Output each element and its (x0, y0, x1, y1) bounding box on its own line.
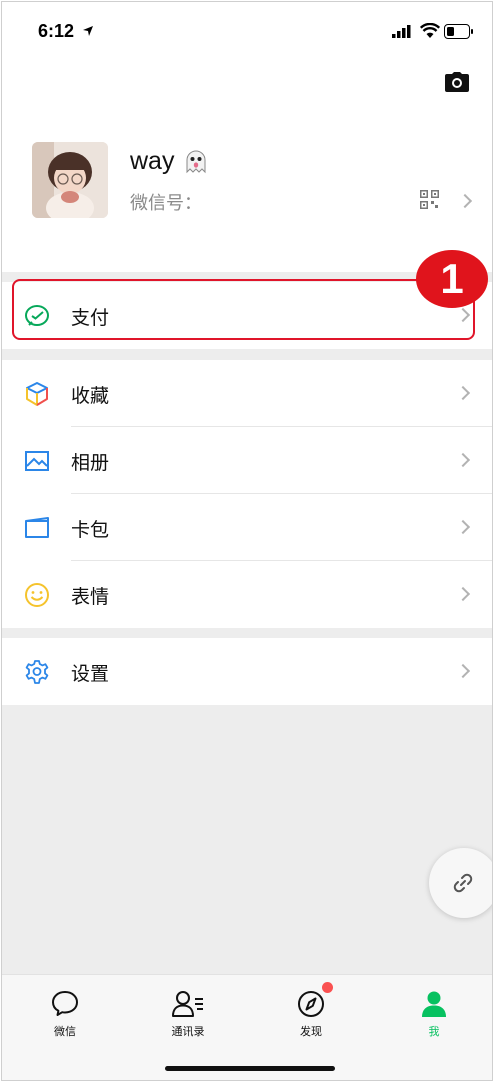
chevron-right-icon (455, 663, 471, 679)
tab-label-chats: 微信 (54, 1025, 76, 1038)
menu-item-favorites[interactable]: 收藏 (2, 360, 492, 427)
link-icon (453, 873, 473, 893)
menu-label-stickers: 表情 (71, 586, 110, 608)
chevron-right-icon (455, 586, 471, 602)
compass-icon (298, 991, 324, 1017)
step-number-badge: 1 (416, 250, 488, 308)
tab-contacts[interactable]: 通讯录 (143, 989, 233, 1039)
menu-label-cards: 卡包 (71, 519, 110, 541)
menu-label-settings: 设置 (71, 663, 110, 685)
avatar-photo (32, 142, 108, 218)
chevron-right-icon (455, 385, 471, 401)
tab-chats[interactable]: 微信 (20, 989, 110, 1039)
chat-icon (52, 991, 78, 1016)
cards-wallet-icon (25, 517, 49, 538)
discover-notification-dot (322, 982, 333, 993)
menu-item-settings[interactable]: 设置 (2, 638, 492, 705)
wifi-icon (420, 23, 440, 38)
contacts-icon (172, 991, 203, 1017)
menu-label-album: 相册 (71, 452, 110, 474)
favorites-cube-icon (26, 382, 48, 406)
chevron-right-icon (455, 519, 471, 535)
profile-header[interactable]: way 微信号： (2, 62, 492, 272)
smiley-icon (25, 583, 49, 607)
home-indicator (165, 1066, 335, 1071)
tab-label-me: 我 (428, 1025, 440, 1038)
gear-icon (25, 660, 49, 684)
nickname: way (130, 147, 175, 175)
menu-item-stickers[interactable]: 表情 (2, 561, 492, 628)
album-icon (25, 451, 49, 471)
ghost-emoji-icon (186, 150, 206, 174)
chevron-right-icon (455, 452, 471, 468)
chevron-right-icon (457, 193, 473, 209)
tab-label-discover: 发现 (300, 1025, 322, 1038)
location-arrow-icon (83, 26, 93, 36)
camera-icon[interactable] (445, 72, 469, 92)
battery-icon (444, 24, 473, 39)
menu-label-favorites: 收藏 (71, 385, 110, 407)
avatar[interactable] (32, 142, 108, 218)
bottom-tab-bar: 微信 通讯录 发现 我 (2, 974, 492, 1080)
person-icon (422, 991, 446, 1017)
menu-item-cards[interactable]: 卡包 (2, 494, 492, 561)
settings-section: 设置 (2, 638, 492, 705)
status-bar: 6:12 (2, 2, 492, 62)
tab-me[interactable]: 我 (389, 989, 479, 1039)
wechat-me-screen: 6:12 way 微信号： 支付 收藏 相册 卡包 表情 设置 1 微信 通讯录… (1, 1, 493, 1081)
qr-code-icon[interactable] (420, 190, 439, 209)
status-time: 6:12 (38, 21, 75, 41)
tab-discover[interactable]: 发现 (266, 989, 356, 1039)
menu-item-album[interactable]: 相册 (2, 427, 492, 494)
floating-link-button[interactable] (429, 848, 492, 918)
cellular-signal-icon (392, 25, 411, 38)
wechat-id-label: 微信号： (130, 193, 202, 214)
pay-highlight-box (12, 279, 475, 340)
features-section: 收藏 相册 卡包 表情 (2, 360, 492, 628)
tab-label-contacts: 通讯录 (171, 1025, 205, 1038)
